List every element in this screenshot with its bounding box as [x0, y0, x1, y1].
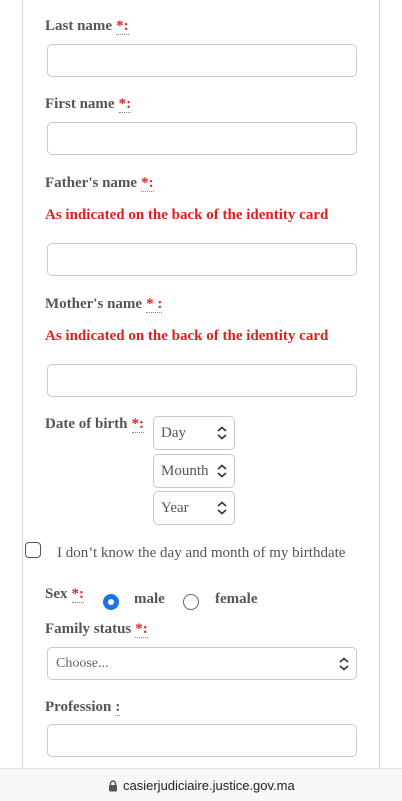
chevron-up-down-icon	[217, 464, 227, 478]
sex-label: Sex *:	[45, 586, 84, 603]
dob-day-select[interactable]: Day	[153, 416, 235, 450]
right-border	[379, 0, 380, 768]
family-status-select[interactable]: Choose...	[47, 647, 357, 680]
chevron-up-down-icon	[217, 501, 227, 515]
dob-month-select[interactable]: Mounth	[153, 454, 235, 488]
dob-year-select[interactable]: Year	[153, 491, 235, 525]
profession-input[interactable]	[47, 724, 357, 757]
sex-female-label: female	[215, 591, 258, 607]
sex-male-label: male	[134, 591, 165, 607]
dob-month-value: Mounth	[161, 463, 209, 479]
form-page: Last name *: First name *: Father's name *:…	[0, 0, 402, 768]
required-marker: *:	[141, 175, 154, 192]
url-text: casierjudiciaire.justice.gov.ma	[123, 778, 295, 793]
family-status-value: Choose...	[56, 656, 109, 671]
required-marker: *:	[131, 416, 144, 433]
unknown-date-checkbox[interactable]	[25, 542, 41, 558]
lock-icon	[109, 780, 117, 792]
required-marker: * :	[146, 296, 163, 313]
dob-label: Date of birth *:	[45, 416, 144, 433]
chevron-up-down-icon	[217, 426, 227, 440]
required-marker: *:	[71, 586, 84, 603]
first-name-input[interactable]	[47, 122, 357, 155]
father-name-label: Father's name *:	[45, 175, 154, 192]
mother-name-input[interactable]	[47, 364, 357, 397]
mother-name-note: As indicated on the back of the identity…	[45, 328, 329, 344]
unknown-date-label: I don’t know the day and month of my bir…	[57, 545, 346, 561]
required-marker: *:	[116, 18, 129, 35]
family-status-label: Family status *:	[45, 621, 148, 638]
last-name-input[interactable]	[47, 44, 357, 77]
dob-day-value: Day	[161, 425, 186, 441]
dob-year-value: Year	[161, 500, 189, 516]
father-name-note: As indicated on the back of the identity…	[45, 207, 329, 223]
left-border	[22, 0, 23, 768]
required-marker: *:	[135, 621, 148, 638]
required-marker: *:	[118, 96, 132, 113]
last-name-label: Last name *:	[45, 18, 129, 35]
first-name-label: First name *:	[45, 96, 132, 113]
sex-female-radio[interactable]	[183, 594, 199, 610]
father-name-input[interactable]	[47, 243, 357, 276]
sex-male-radio[interactable]	[103, 594, 119, 610]
profession-label: Profession:	[45, 699, 121, 716]
browser-url-bar[interactable]: casierjudiciaire.justice.gov.ma	[0, 768, 402, 801]
mother-name-label: Mother's name * :	[45, 296, 163, 313]
chevron-up-down-icon	[339, 657, 349, 671]
profession-colon: :	[115, 699, 121, 716]
